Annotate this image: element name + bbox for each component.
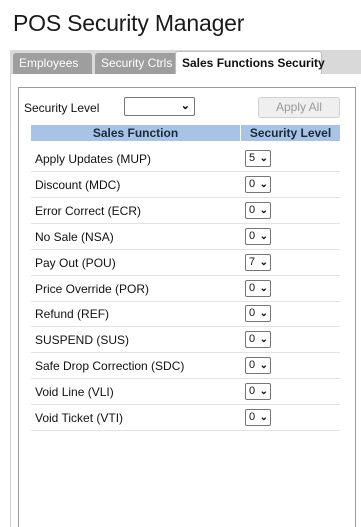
security-level-value: 0: [249, 230, 256, 242]
security-level-select[interactable]: ⌄: [124, 97, 195, 116]
sales-function-label: Refund (REF): [35, 307, 110, 321]
security-level-label: Security Level: [24, 101, 100, 115]
security-level-value: 5: [249, 152, 256, 164]
security-level-dropdown[interactable]: 0 ⌄: [245, 383, 271, 400]
chevron-down-icon: ⌄: [259, 283, 268, 294]
sales-function-label: Apply Updates (MUP): [35, 152, 152, 166]
security-level-dropdown[interactable]: 0 ⌄: [245, 305, 271, 322]
row-divider: [31, 223, 340, 224]
chevron-down-icon: ⌄: [259, 153, 268, 164]
security-level-dropdown[interactable]: 0 ⌄: [245, 409, 271, 426]
chevron-down-icon: ⌄: [259, 308, 268, 319]
sales-function-label: Pay Out (POU): [35, 256, 116, 270]
sales-function-label: SUSPEND (SUS): [35, 333, 130, 347]
security-level-value: 0: [249, 333, 256, 345]
security-level-dropdown[interactable]: 0 ⌄: [245, 202, 271, 219]
row-divider: [31, 275, 340, 276]
sales-function-label: Price Override (POR): [35, 282, 150, 296]
security-level-value: 0: [249, 385, 256, 397]
column-header-security-level: Security Level: [249, 126, 332, 140]
chevron-down-icon: ⌄: [259, 179, 268, 190]
security-level-value: 0: [249, 178, 256, 190]
chevron-down-icon: ⌄: [259, 360, 268, 371]
row-divider: [31, 301, 340, 302]
security-level-dropdown[interactable]: 0 ⌄: [245, 357, 271, 374]
chevron-down-icon: ⌄: [259, 386, 268, 397]
sales-function-label: Void Ticket (VTI): [35, 411, 124, 425]
security-level-dropdown[interactable]: 0 ⌄: [245, 176, 271, 193]
security-level-dropdown[interactable]: 0 ⌄: [245, 228, 271, 245]
security-level-value: 7: [249, 256, 256, 268]
security-level-dropdown[interactable]: 0 ⌄: [245, 280, 271, 297]
row-divider: [31, 249, 340, 250]
row-divider: [31, 326, 340, 327]
tab-security-ctrls[interactable]: Security Ctrls: [95, 53, 180, 74]
row-divider: [31, 352, 340, 353]
chevron-down-icon: ⌄: [180, 100, 190, 112]
app-title: POS Security Manager: [13, 10, 245, 36]
tab-sales-functions-security[interactable]: Sales Functions Security: [175, 51, 325, 74]
chevron-down-icon: ⌄: [259, 205, 268, 216]
sales-function-label: Safe Drop Correction (SDC): [35, 359, 185, 373]
chevron-down-icon: ⌄: [259, 412, 268, 423]
sales-function-label: Discount (MDC): [35, 178, 121, 192]
row-divider: [31, 171, 340, 172]
sales-function-label: Void Line (VLI): [35, 385, 114, 399]
chevron-down-icon: ⌄: [259, 231, 268, 242]
chevron-down-icon: ⌄: [259, 334, 268, 345]
sales-function-label: No Sale (NSA): [35, 230, 114, 244]
security-level-value: 0: [249, 204, 256, 216]
sales-function-label: Error Correct (ECR): [35, 204, 142, 218]
row-divider: [31, 378, 340, 379]
column-header-sales-function: Sales Function: [92, 126, 179, 140]
tab-employees[interactable]: Employees: [13, 53, 92, 74]
security-level-value: 0: [249, 359, 256, 371]
security-level-dropdown[interactable]: 5 ⌄: [245, 150, 271, 167]
row-divider: [31, 197, 340, 198]
tab-bar: Employees Security Ctrls Sales Functions…: [10, 50, 361, 74]
security-level-value: 0: [249, 411, 256, 423]
row-divider: [31, 404, 340, 405]
table-header: Sales Function Security Level: [31, 125, 340, 141]
security-level-value: 0: [249, 307, 256, 319]
security-level-dropdown[interactable]: 7 ⌄: [245, 254, 271, 271]
security-level-value: 0: [249, 282, 256, 294]
row-divider: [31, 430, 340, 431]
chevron-down-icon: ⌄: [259, 257, 268, 268]
apply-all-button[interactable]: Apply All: [258, 97, 340, 118]
security-level-dropdown[interactable]: 0 ⌄: [245, 331, 271, 348]
